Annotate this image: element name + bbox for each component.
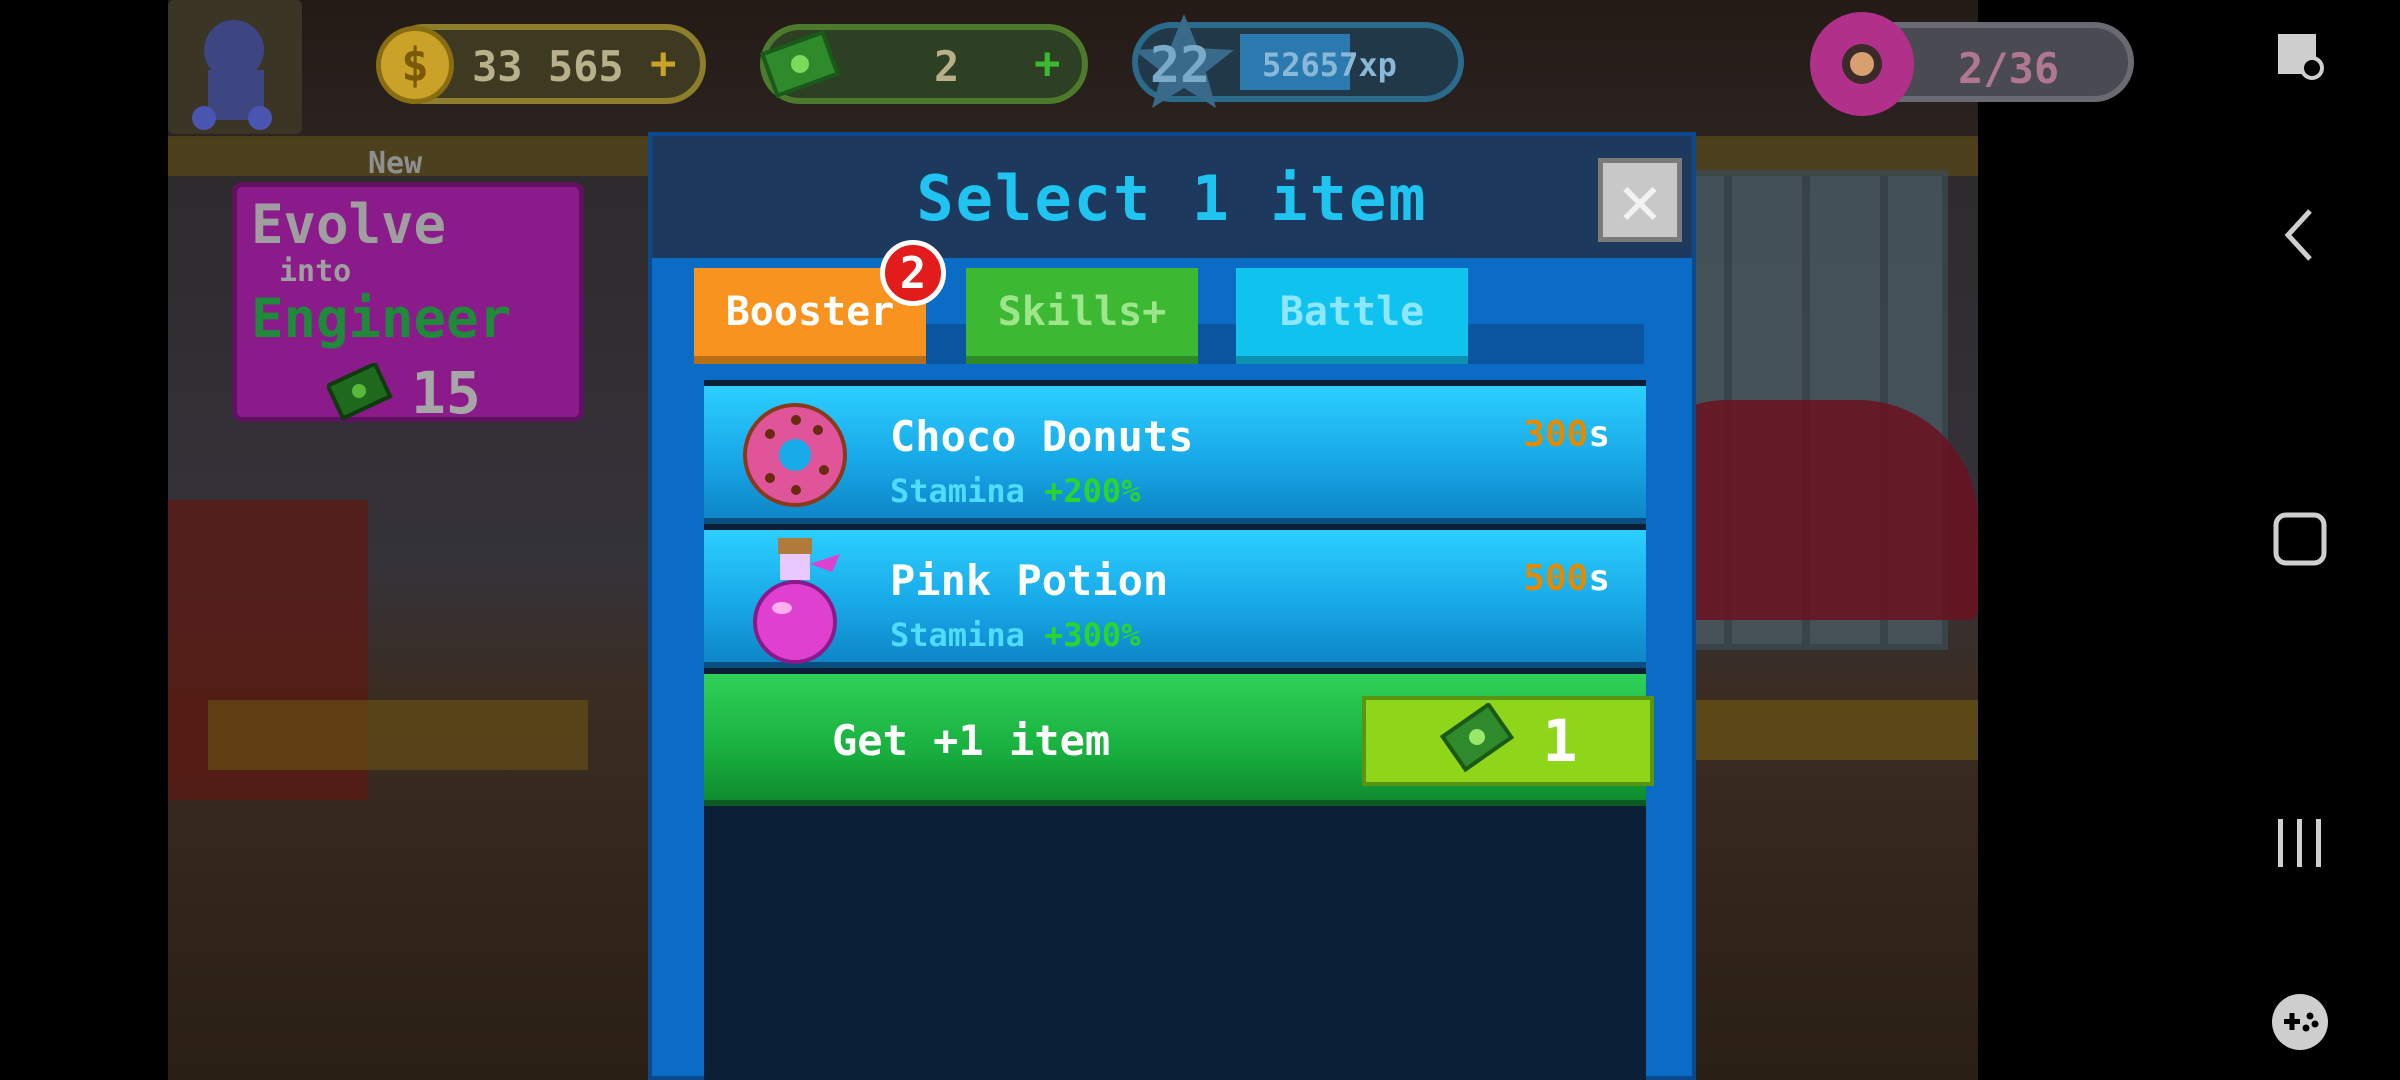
xp-value: 52657xp — [1262, 46, 1397, 84]
cash-icon — [327, 363, 393, 421]
tab-skills-label: Skills+ — [997, 289, 1167, 335]
evolve-line2: into — [279, 254, 352, 289]
cash-value: 2 — [934, 42, 960, 91]
evolve-card[interactable]: Evolve into Engineer 15 — [232, 182, 584, 427]
item-duration-value: 500 — [1523, 558, 1589, 599]
tab-battle[interactable]: Battle — [1236, 268, 1468, 364]
evolve-line1: Evolve — [251, 193, 447, 256]
background-bench-left — [208, 700, 588, 770]
modal-title: Select 1 item — [916, 162, 1428, 235]
item-name: Pink Potion — [890, 556, 1169, 605]
cash-icon — [760, 30, 841, 99]
close-icon: ✕ — [1618, 159, 1662, 241]
evolve-cost-value: 15 — [411, 359, 481, 427]
close-button[interactable]: ✕ — [1598, 158, 1682, 242]
add-coins-button[interactable]: + — [650, 38, 677, 89]
screenshot-button[interactable] — [2270, 28, 2330, 88]
donut-icon — [1810, 12, 1914, 116]
evolve-line3: Engineer — [251, 287, 512, 350]
level-value: 22 — [1150, 36, 1211, 94]
get-extra-item-row: Get +1 item 1 — [704, 674, 1654, 806]
item-stat-value: +300% — [1044, 616, 1141, 654]
item-name: Choco Donuts — [890, 412, 1194, 461]
home-icon — [2273, 512, 2327, 566]
gold-coin-icon: $ — [376, 26, 454, 104]
coins-value: 33 565 — [472, 42, 624, 91]
home-button[interactable] — [2270, 506, 2330, 572]
modal-header: Select 1 item ✕ — [652, 136, 1692, 258]
tab-booster-label: Booster — [725, 289, 895, 335]
back-button[interactable] — [2270, 200, 2330, 270]
get-extra-item-label: Get +1 item — [832, 716, 1111, 765]
system-navigation-bar — [2200, 0, 2400, 1080]
back-icon — [2284, 209, 2312, 261]
evolve-new-label: New — [368, 146, 423, 181]
cash-icon — [1439, 703, 1514, 773]
tab-skills[interactable]: Skills+ — [966, 268, 1198, 364]
screenshot-icon — [2278, 34, 2324, 80]
recents-icon — [2278, 819, 2321, 867]
list-item-pink-potion[interactable]: Pink Potion Stamina +300% 500s — [704, 530, 1646, 668]
donut-icon — [743, 403, 847, 507]
potion-icon — [753, 538, 840, 664]
recents-button[interactable] — [2270, 810, 2330, 876]
buy-extra-item-button[interactable]: 1 — [1362, 696, 1654, 786]
game-tools-icon — [2272, 994, 2328, 1050]
donut-value: 2/36 — [1958, 44, 2060, 93]
item-stat: Stamina +300% — [890, 616, 1140, 654]
item-duration: 300s — [1523, 414, 1610, 455]
item-stat-value: +200% — [1044, 472, 1141, 510]
item-duration-unit: s — [1588, 414, 1610, 455]
notification-badge: 2 — [880, 240, 946, 306]
item-duration-unit: s — [1588, 558, 1610, 599]
hero-avatar-icon — [192, 20, 272, 130]
buy-extra-item-price: 1 — [1542, 707, 1578, 775]
hero-avatar-button[interactable] — [168, 0, 302, 134]
evolve-cost: 15 — [327, 359, 481, 427]
tab-battle-label: Battle — [1279, 289, 1425, 335]
game-tools-button[interactable] — [2268, 990, 2332, 1054]
item-duration-value: 300 — [1523, 414, 1589, 455]
add-cash-button[interactable]: + — [1034, 38, 1061, 89]
item-stat-label: Stamina — [890, 472, 1025, 510]
item-duration: 500s — [1523, 558, 1610, 599]
select-item-modal: Select 1 item ✕ Booster 2 Skills+ Battle… — [648, 132, 1696, 1080]
item-stat-label: Stamina — [890, 616, 1025, 654]
list-item-choco-donuts[interactable]: Choco Donuts Stamina +200% 300s — [704, 386, 1646, 524]
item-stat: Stamina +200% — [890, 472, 1140, 510]
